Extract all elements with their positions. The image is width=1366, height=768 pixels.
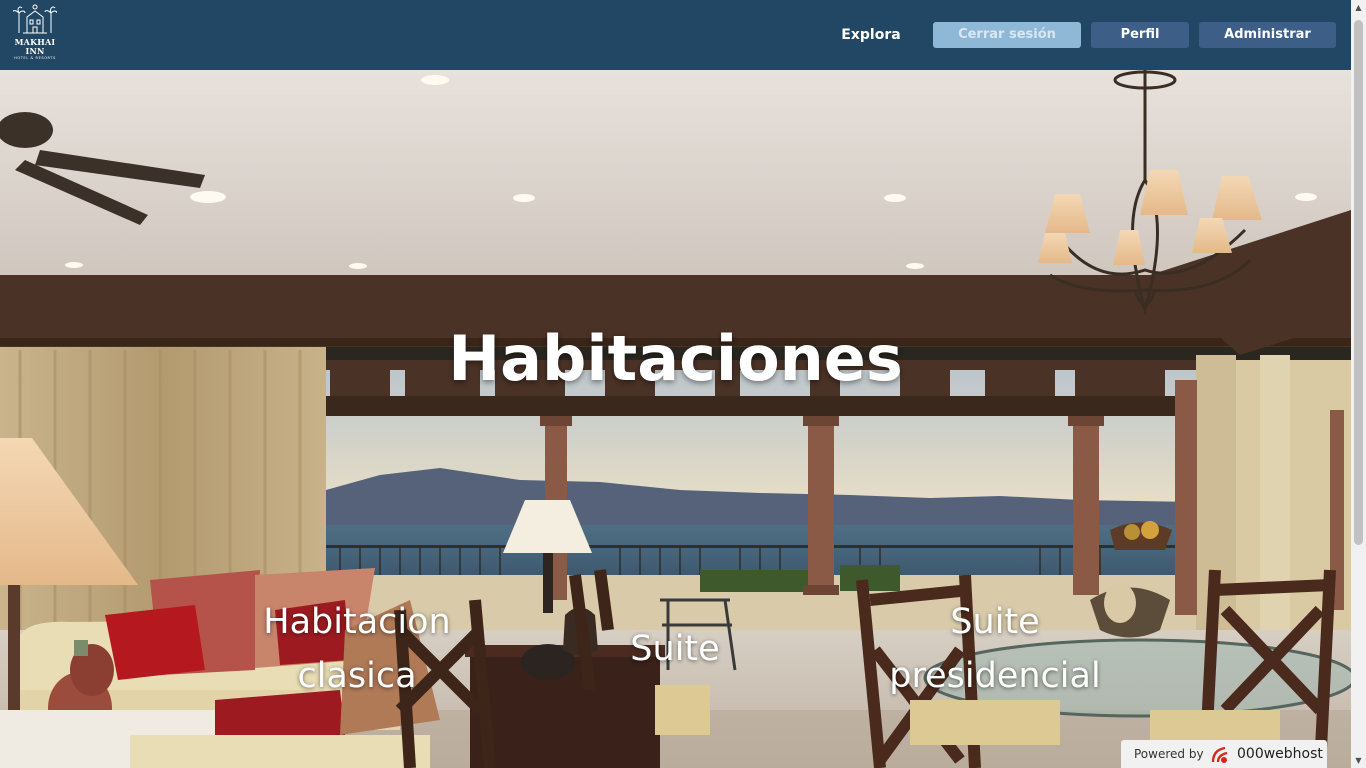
profile-button[interactable]: Perfil (1091, 22, 1189, 48)
room-link-habitacion-clasica[interactable]: Habitacion clasica (247, 595, 467, 703)
scrollbar-thumb[interactable] (1354, 20, 1363, 545)
admin-button[interactable]: Administrar (1199, 22, 1336, 48)
room-link-suite-presidencial[interactable]: Suite presidencial (870, 595, 1120, 703)
hero-section: Habitaciones Habitacion clasica Suite Su… (0, 70, 1351, 768)
page: MAKHAI INN HOTEL & RESORTS Explora Cerra… (0, 0, 1366, 768)
nav-explora-link[interactable]: Explora (832, 22, 910, 48)
logout-button[interactable]: Cerrar sesión (933, 22, 1081, 48)
000webhost-logo-icon (1209, 744, 1233, 768)
logo-name: MAKHAI INN (14, 37, 56, 56)
scroll-down-arrow-icon[interactable]: ▼ (1351, 753, 1366, 768)
hotel-logo[interactable]: MAKHAI INN HOTEL & RESORTS (5, 3, 65, 60)
room-link-suite[interactable]: Suite (610, 622, 740, 676)
powered-by-label: Powered by (1134, 747, 1204, 761)
hotel-logo-icon (13, 4, 57, 34)
page-title: Habitaciones (448, 322, 903, 395)
scroll-up-arrow-icon[interactable]: ▲ (1351, 0, 1366, 15)
logo-subtitle: HOTEL & RESORTS (14, 56, 56, 60)
vertical-scrollbar[interactable]: ▲ ▼ (1351, 0, 1366, 768)
powered-by-badge[interactable]: Powered by 000webhost (1121, 740, 1327, 768)
powered-by-brand: 000webhost (1237, 746, 1323, 762)
navbar: MAKHAI INN HOTEL & RESORTS Explora Cerra… (0, 0, 1351, 70)
